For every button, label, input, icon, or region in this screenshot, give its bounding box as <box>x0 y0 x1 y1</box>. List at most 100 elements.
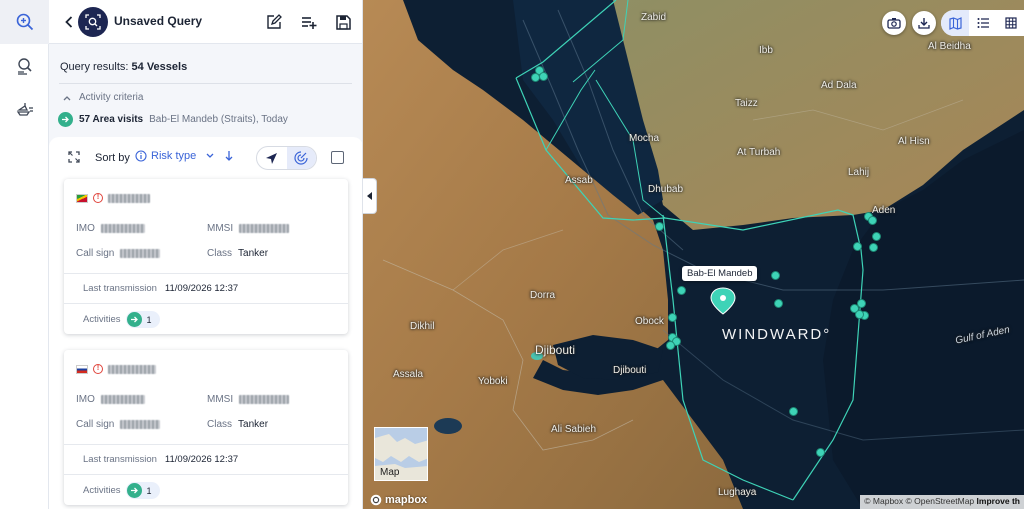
playlist-add-icon <box>302 17 317 29</box>
map-canvas[interactable] <box>363 0 1024 509</box>
divider <box>59 83 352 84</box>
last-transmission: Last transmission 11/09/2026 12:37 <box>83 283 238 294</box>
map-view-button[interactable] <box>941 10 969 36</box>
mmsi-redacted <box>239 395 290 404</box>
mapbox-text: mapbox <box>385 494 428 506</box>
vessel-marker[interactable] <box>872 232 881 241</box>
vessel-card[interactable]: ! IMO MMSI Call sign Class Tanker Last t… <box>64 179 348 334</box>
vessel-marker[interactable] <box>668 313 677 322</box>
target-search-icon <box>85 14 101 30</box>
map-place-label: Assala <box>393 369 424 380</box>
last-transmission-label: Last transmission <box>83 454 157 465</box>
activity-criteria-label: Activity criteria <box>79 92 144 103</box>
activities-badge[interactable]: 1 <box>126 311 160 328</box>
results-label: Query results: <box>60 61 129 73</box>
radar-icon <box>294 151 308 165</box>
vessel-marker[interactable] <box>789 407 798 416</box>
save-icon <box>335 14 351 30</box>
download-icon <box>918 18 930 29</box>
last-transmission-value: 11/09/2026 12:37 <box>164 454 239 465</box>
callsign-label: Call sign <box>76 248 115 259</box>
expand-icon <box>68 151 80 163</box>
vessel-marker[interactable] <box>816 448 825 457</box>
save-query-button[interactable] <box>332 11 354 33</box>
chevron-down-icon <box>206 153 214 158</box>
edit-query-button[interactable] <box>263 11 285 33</box>
activities-badge[interactable]: 1 <box>126 482 160 499</box>
area-visit-icon <box>127 483 143 498</box>
map-place-label: Obock <box>635 316 664 327</box>
arrow-down-icon[interactable] <box>224 150 234 162</box>
back-button[interactable] <box>61 12 77 32</box>
risk-alert-icon: ! <box>93 193 103 203</box>
attribution-mapbox[interactable]: © Mapbox <box>864 496 903 506</box>
vessel-marker[interactable] <box>869 243 878 252</box>
vessel-marker[interactable] <box>677 286 686 295</box>
risk-alert-icon: ! <box>93 364 103 374</box>
map-place-label: Djibouti <box>535 343 576 357</box>
navigate-mode-button[interactable] <box>257 147 287 169</box>
screenshot-button[interactable] <box>882 11 906 35</box>
criteria-detail: Bab-El Mandeb (Straits), Today <box>149 114 288 125</box>
vessel-marker[interactable] <box>855 310 864 319</box>
query-title: Unsaved Query <box>114 14 203 28</box>
add-to-list-button[interactable] <box>298 11 320 33</box>
query-panel: Unsaved Query Query results: 54 Vessels … <box>49 0 363 509</box>
map-place-label: Dorra <box>530 290 556 301</box>
imo-redacted <box>100 395 145 404</box>
activity-criteria-toggle[interactable]: Activity criteria <box>63 92 143 103</box>
class-value: Tanker <box>238 419 269 430</box>
activities-row: Activities 1 <box>83 482 160 499</box>
vessel-marker[interactable] <box>771 271 780 280</box>
rail-saved-searches-button[interactable] <box>0 44 49 88</box>
map-place-label: At Turbah <box>737 147 781 158</box>
vessel-marker[interactable] <box>531 73 540 82</box>
class-label: Class <box>207 248 233 259</box>
imo-row: IMO <box>76 394 145 405</box>
area-label[interactable]: Bab-El Mandeb <box>682 266 758 281</box>
vessel-marker[interactable] <box>853 242 862 251</box>
map-place-label: Mocha <box>629 133 660 144</box>
vessel-name-redacted <box>108 364 156 374</box>
view-mode-toggle <box>256 146 317 170</box>
class-value: Tanker <box>238 248 269 259</box>
vessel-marker[interactable] <box>666 341 675 350</box>
map-place-label: Al Beidha <box>928 41 971 52</box>
vessel-name-redacted <box>108 193 150 203</box>
expand-button[interactable] <box>68 151 80 166</box>
vessel-card[interactable]: ! IMO MMSI Call sign Class Tanker Last t… <box>64 350 348 505</box>
ship-list-icon <box>16 103 33 116</box>
select-all-checkbox[interactable] <box>331 151 344 164</box>
radar-mode-button[interactable] <box>286 147 316 169</box>
grid-view-button[interactable] <box>997 10 1024 36</box>
vessel-marker[interactable] <box>868 216 877 225</box>
vessel-marker[interactable] <box>539 72 548 81</box>
vessel-card-header: ! <box>76 364 156 374</box>
attribution-improve[interactable]: Improve th <box>977 496 1020 506</box>
download-button[interactable] <box>912 11 936 35</box>
rail-search-query-button[interactable] <box>0 0 49 44</box>
sort-field-dropdown[interactable]: Risk type <box>135 150 234 162</box>
vessel-card-header: ! <box>76 193 150 203</box>
card-divider <box>64 273 348 274</box>
attribution-osm[interactable]: © OpenStreetMap <box>906 496 975 506</box>
map-place-label: Dhubab <box>648 184 684 195</box>
map-view[interactable] <box>363 0 1024 509</box>
vessel-marker[interactable] <box>857 299 866 308</box>
mmsi-label: MMSI <box>207 394 234 405</box>
vessel-marker[interactable] <box>655 222 664 231</box>
criteria-area-visits[interactable]: 57 Area visits Bab-El Mandeb (Straits), … <box>58 112 288 127</box>
mmsi-row: MMSI <box>207 223 290 234</box>
activities-count: 1 <box>146 485 152 496</box>
collapse-panel-button[interactable] <box>363 178 377 214</box>
view-switcher <box>941 10 1024 36</box>
mapbox-logo[interactable]: mapbox <box>370 494 427 506</box>
search-list-icon <box>17 58 32 75</box>
map-place-label: Lughaya <box>718 487 757 498</box>
list-view-button[interactable] <box>969 10 997 36</box>
vessel-marker[interactable] <box>774 299 783 308</box>
mmsi-row: MMSI <box>207 394 290 405</box>
sort-by-label: Sort by <box>95 152 130 164</box>
rail-vessel-lists-button[interactable] <box>0 88 49 132</box>
minimap[interactable]: Map <box>374 427 428 481</box>
